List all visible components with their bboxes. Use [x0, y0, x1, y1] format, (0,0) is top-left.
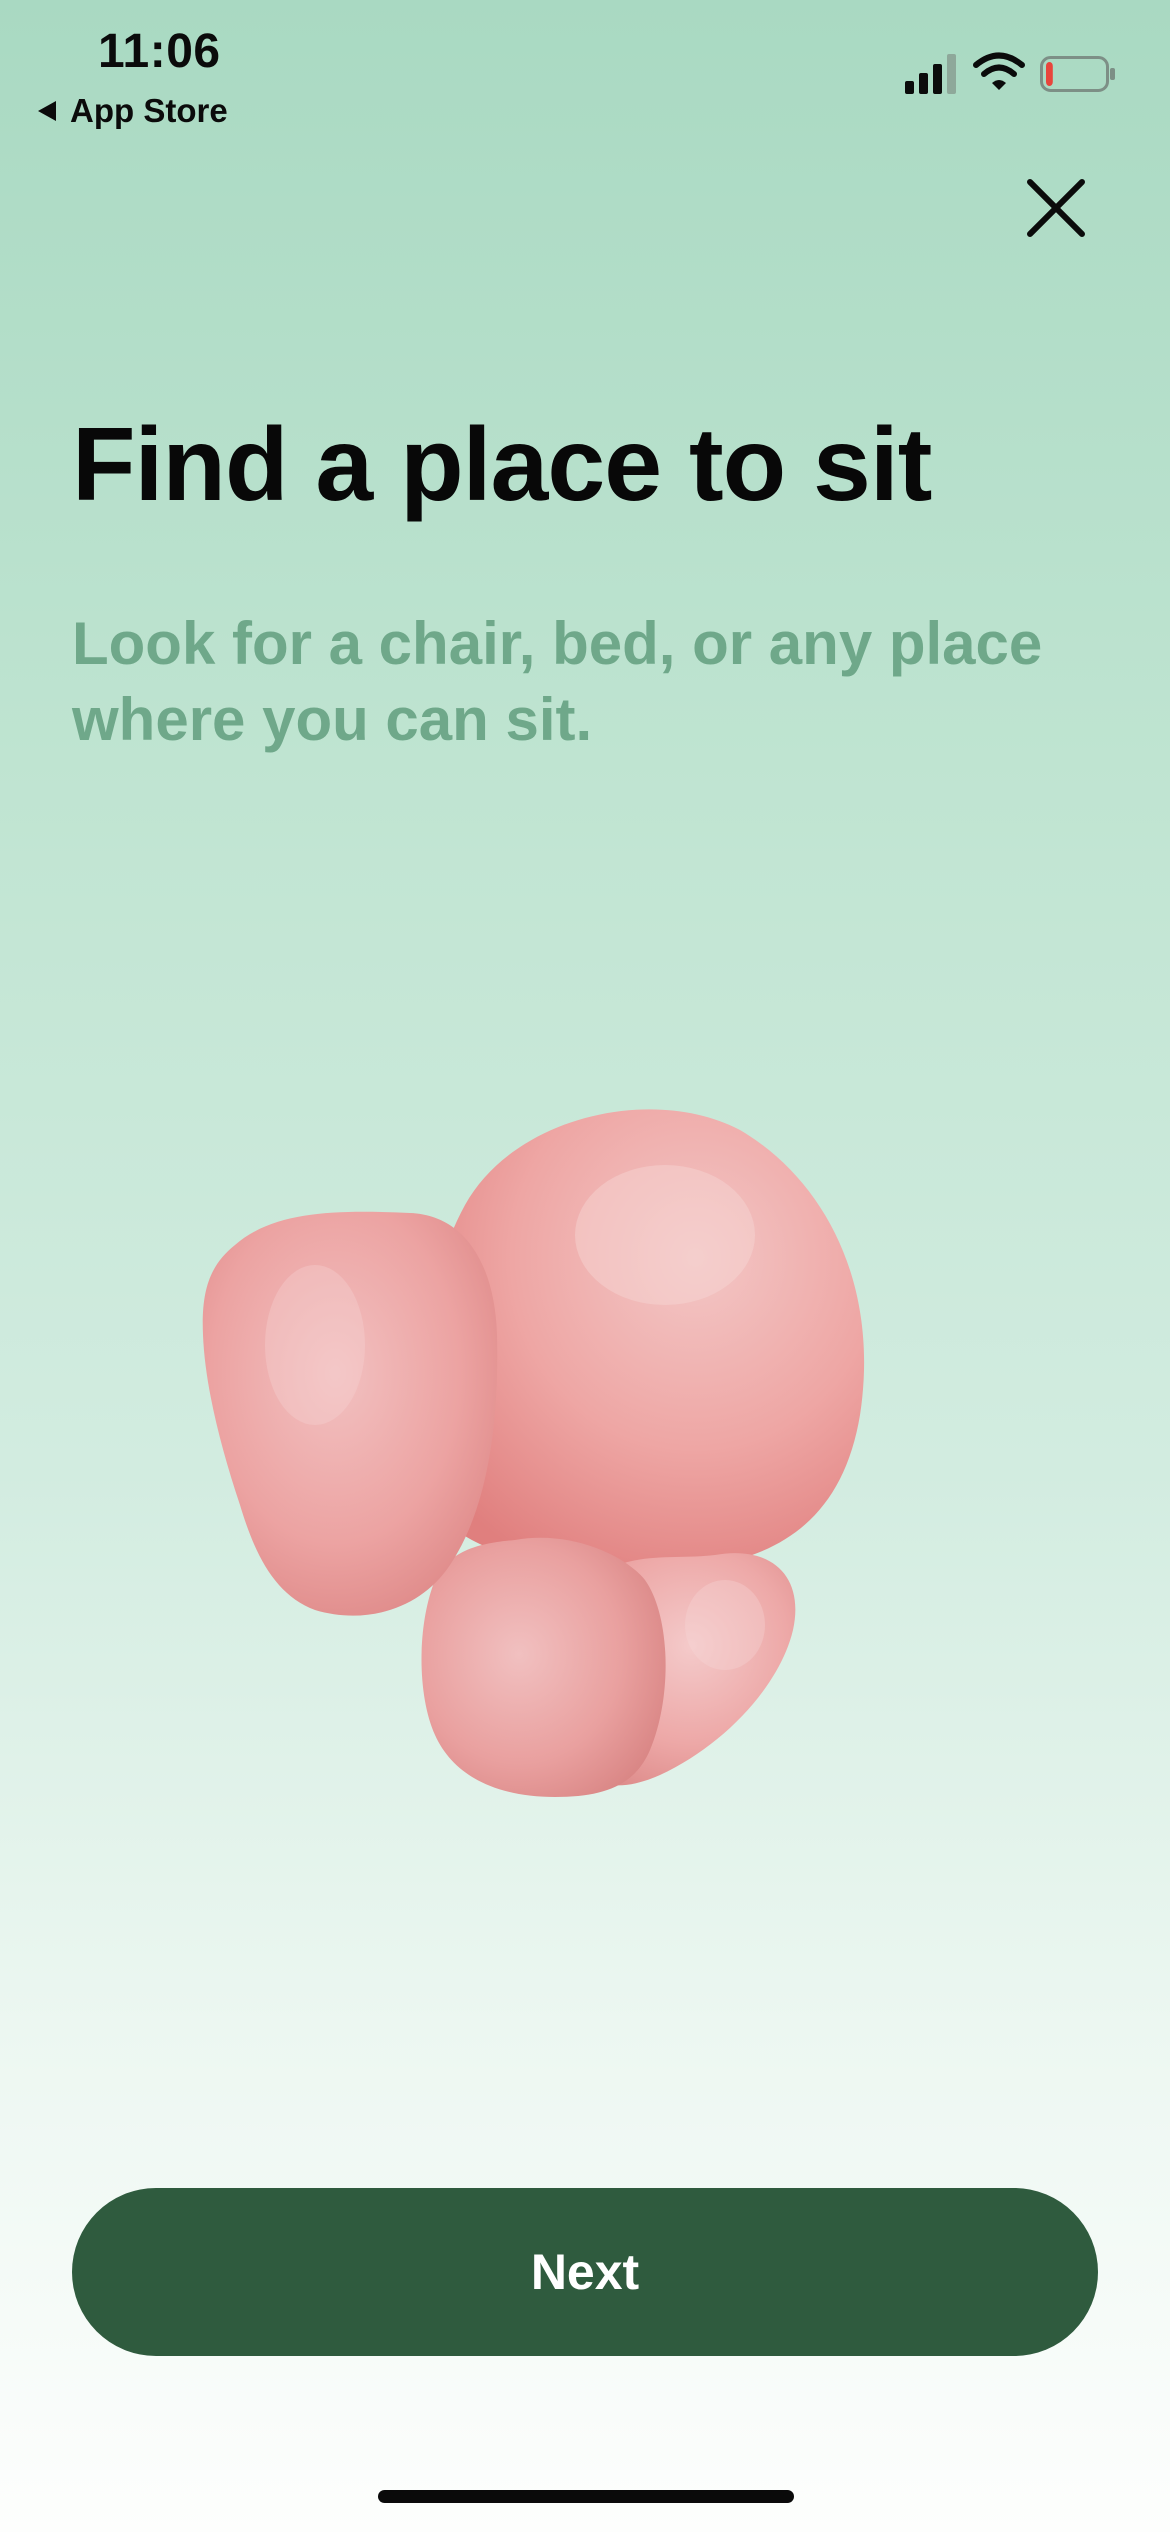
next-button[interactable]: Next	[72, 2188, 1098, 2356]
page-title: Find a place to sit	[72, 407, 932, 523]
cellular-signal-icon	[905, 54, 956, 94]
status-time: 11:06	[98, 25, 221, 78]
home-indicator	[378, 2490, 794, 2503]
wifi-icon	[973, 52, 1025, 90]
status-bar: 11:06 App Store	[0, 0, 1170, 150]
battery-icon	[1040, 56, 1115, 92]
back-arrow-icon	[38, 101, 56, 121]
pink-clay-blob-illustration	[202, 1109, 865, 1797]
back-to-app-store-link[interactable]: App Store	[38, 92, 228, 130]
close-icon[interactable]	[1018, 170, 1094, 246]
back-to-app-label: App Store	[70, 92, 228, 129]
battery-level-fill	[1046, 62, 1053, 86]
page-subtitle: Look for a chair, bed, or any place wher…	[72, 610, 1043, 754]
